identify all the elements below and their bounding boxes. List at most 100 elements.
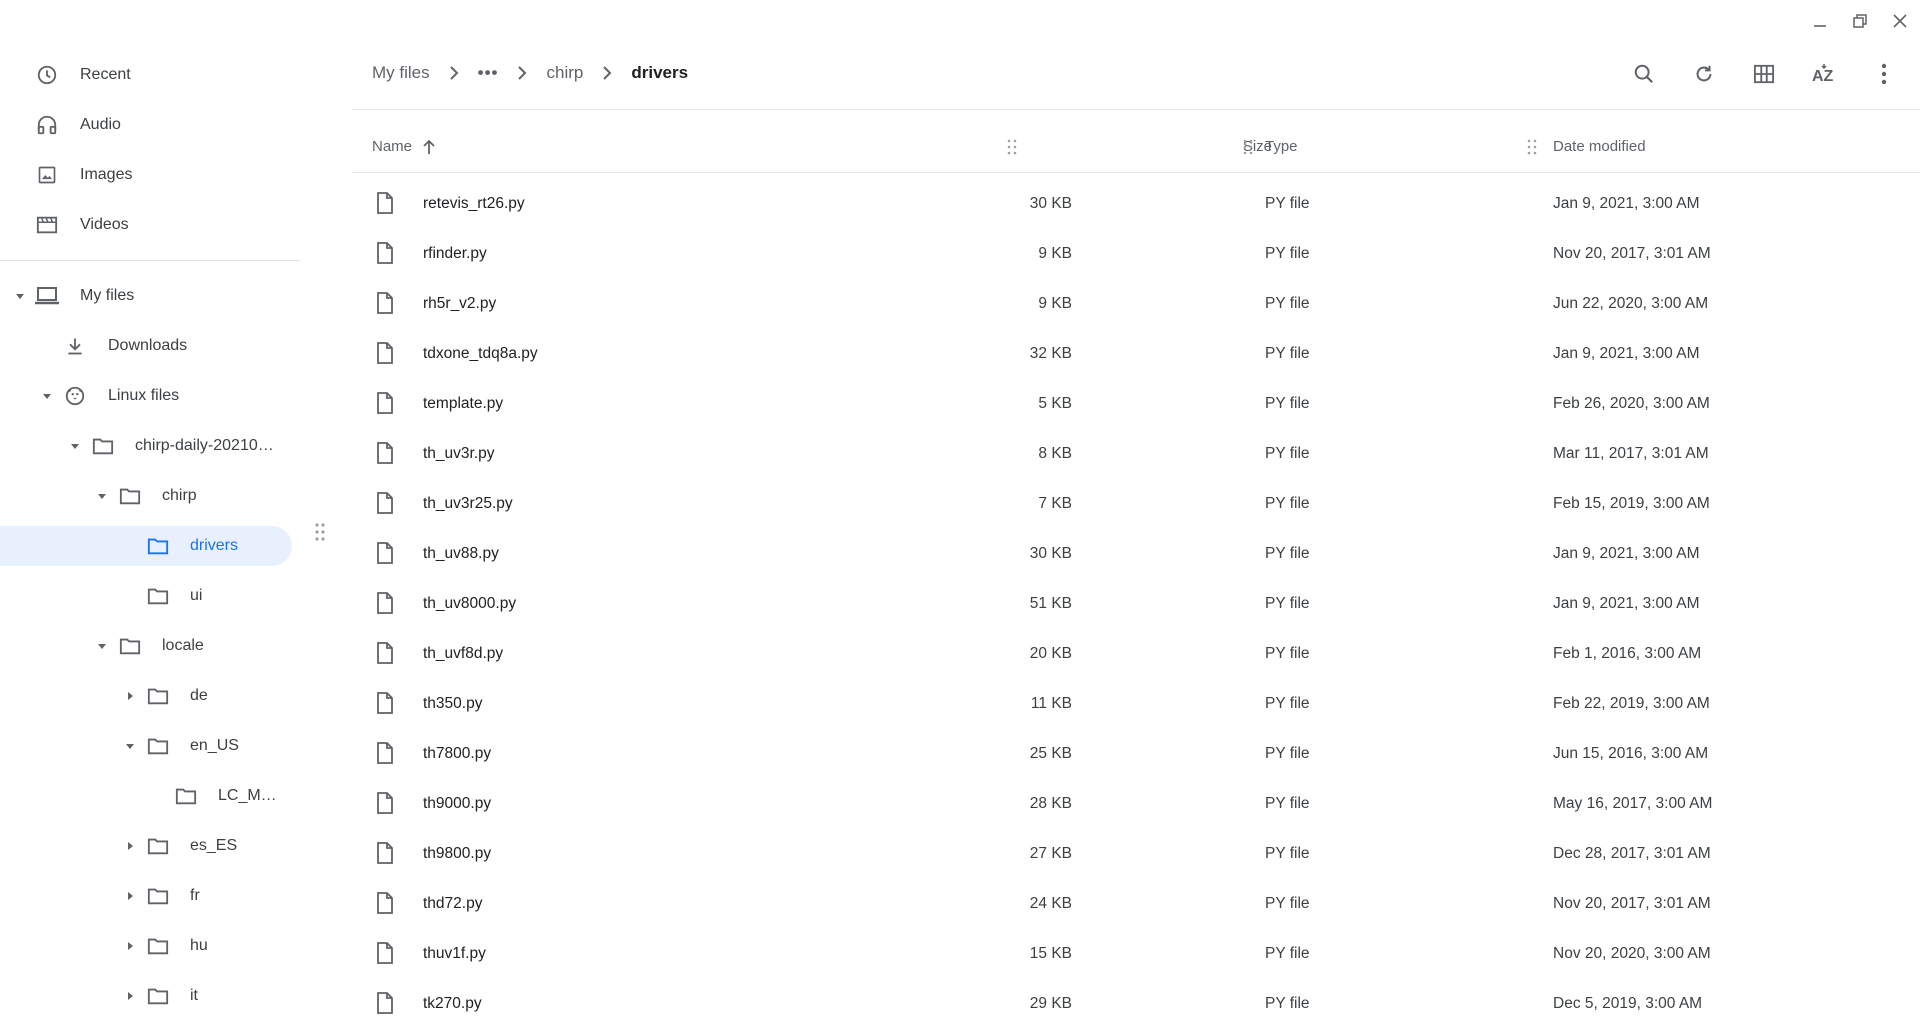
caret-right-icon[interactable]	[122, 988, 138, 1004]
column-header-size[interactable]: Size	[1172, 138, 1272, 155]
sidebar-item-my-files[interactable]: My files	[0, 276, 292, 316]
column-header-name[interactable]: Name	[372, 138, 436, 155]
table-row[interactable]: th_uv3r25.py 7 KB PY file Feb 15, 2019, …	[352, 479, 1920, 529]
folder-icon	[146, 534, 170, 558]
table-row[interactable]: th9800.py 27 KB PY file Dec 28, 2017, 3:…	[352, 829, 1920, 879]
file-icon	[376, 992, 394, 1014]
sidebar-item-es-es[interactable]: es_ES	[0, 826, 292, 866]
file-size: 20 KB	[1029, 645, 1072, 662]
table-row[interactable]: th_uvf8d.py 20 KB PY file Feb 1, 2016, 3…	[352, 629, 1920, 679]
breadcrumb: My files ••• chirp drivers	[364, 58, 696, 88]
refresh-icon[interactable]	[1674, 50, 1734, 98]
more-vert-icon[interactable]	[1854, 50, 1914, 98]
column-resize-handle[interactable]	[1242, 138, 1254, 156]
table-row[interactable]: template.py 5 KB PY file Feb 26, 2020, 3…	[352, 379, 1920, 429]
file-size: 11 KB	[1030, 695, 1072, 712]
penguin-icon	[63, 384, 87, 408]
caret-down-icon[interactable]	[94, 488, 110, 504]
sidebar-item-videos[interactable]: Videos	[0, 205, 292, 245]
file-icon	[376, 492, 394, 514]
chevron-right-icon	[510, 61, 534, 85]
caret-down-icon[interactable]	[94, 638, 110, 654]
breadcrumb-drivers: drivers	[631, 63, 689, 82]
table-row[interactable]: tk270.py 29 KB PY file Dec 5, 2019, 3:00…	[352, 979, 1920, 1029]
file-icon	[376, 892, 394, 914]
sort-az-icon[interactable]: AZ	[1794, 50, 1854, 98]
file-date: Nov 20, 2017, 3:01 AM	[1553, 895, 1711, 912]
caret-down-icon[interactable]	[39, 388, 55, 404]
grid-view-icon[interactable]	[1734, 50, 1794, 98]
file-date: Jun 22, 2020, 3:00 AM	[1553, 295, 1709, 312]
sidebar-item-drivers[interactable]: drivers	[0, 526, 292, 566]
file-name: tk270.py	[423, 995, 482, 1012]
table-row[interactable]: thuv1f.py 15 KB PY file Nov 20, 2020, 3:…	[352, 929, 1920, 979]
file-name: thd72.py	[423, 895, 483, 912]
file-icon	[376, 392, 394, 414]
caret-right-icon[interactable]	[122, 838, 138, 854]
sidebar-resize-handle[interactable]	[312, 520, 328, 544]
table-row[interactable]: rfinder.py 9 KB PY file Nov 20, 2017, 3:…	[352, 229, 1920, 279]
file-type: PY file	[1265, 695, 1310, 712]
breadcrumb-my-files[interactable]: My files	[364, 63, 438, 83]
table-row[interactable]: rh5r_v2.py 9 KB PY file Jun 22, 2020, 3:…	[352, 279, 1920, 329]
caret-right-icon[interactable]	[122, 888, 138, 904]
sidebar-item-en-us[interactable]: en_US	[0, 726, 292, 766]
toolbar: AZ	[1614, 50, 1914, 98]
sidebar-item-de[interactable]: de	[0, 676, 292, 716]
table-row[interactable]: th_uv8000.py 51 KB PY file Jan 9, 2021, …	[352, 579, 1920, 629]
sidebar-item-chirp-daily[interactable]: chirp-daily-20210…	[0, 426, 292, 466]
column-header-type[interactable]: Type	[1265, 138, 1298, 155]
breadcrumb-ellipsis[interactable]: •••	[470, 63, 507, 83]
sidebar-item-label: en_US	[190, 737, 239, 754]
file-type: PY file	[1265, 295, 1310, 312]
folder-icon	[146, 884, 170, 908]
file-icon	[376, 542, 394, 564]
caret-right-icon[interactable]	[122, 688, 138, 704]
column-header-label: Type	[1265, 138, 1298, 155]
table-row[interactable]: th9000.py 28 KB PY file May 16, 2017, 3:…	[352, 779, 1920, 829]
table-row[interactable]: retevis_rt26.py 30 KB PY file Jan 9, 202…	[352, 179, 1920, 229]
file-type: PY file	[1265, 195, 1310, 212]
table-row[interactable]: th7800.py 25 KB PY file Jun 15, 2016, 3:…	[352, 729, 1920, 779]
sidebar-item-fr[interactable]: fr	[0, 876, 292, 916]
search-icon[interactable]	[1614, 50, 1674, 98]
file-date: Jun 15, 2016, 3:00 AM	[1553, 745, 1709, 762]
table-row[interactable]: tdxone_tdq8a.py 32 KB PY file Jan 9, 202…	[352, 329, 1920, 379]
column-header-date[interactable]: Date modified	[1553, 138, 1646, 155]
column-resize-handle[interactable]	[1006, 138, 1018, 156]
sidebar-item-lc-m[interactable]: LC_M…	[0, 776, 292, 816]
caret-right-icon[interactable]	[122, 938, 138, 954]
sidebar-item-hu[interactable]: hu	[0, 926, 292, 966]
table-row[interactable]: th_uv88.py 30 KB PY file Jan 9, 2021, 3:…	[352, 529, 1920, 579]
table-row[interactable]: th_uv3r.py 8 KB PY file Mar 11, 2017, 3:…	[352, 429, 1920, 479]
caret-down-icon[interactable]	[12, 288, 28, 304]
caret-down-icon[interactable]	[67, 438, 83, 454]
breadcrumb-chirp[interactable]: chirp	[538, 63, 591, 83]
sidebar-item-label: locale	[162, 637, 204, 654]
folder-icon	[118, 634, 142, 658]
sidebar-item-linux-files[interactable]: Linux files	[0, 376, 292, 416]
sidebar-item-ui[interactable]: ui	[0, 576, 292, 616]
sidebar-item-label: Images	[80, 166, 133, 183]
chevron-right-icon	[442, 61, 466, 85]
sidebar-item-it[interactable]: it	[0, 976, 292, 1016]
sidebar-item-chirp[interactable]: chirp	[0, 476, 292, 516]
file-size: 5 KB	[1038, 395, 1072, 412]
folder-icon	[118, 484, 142, 508]
sidebar-item-recent[interactable]: Recent	[0, 55, 292, 95]
sidebar-divider	[0, 260, 300, 261]
file-type: PY file	[1265, 395, 1310, 412]
sidebar-item-images[interactable]: Images	[0, 155, 292, 195]
column-resize-handle[interactable]	[1526, 138, 1538, 156]
file-name: th9800.py	[423, 845, 492, 862]
sidebar-item-locale[interactable]: locale	[0, 626, 292, 666]
file-icon	[376, 242, 394, 264]
table-row[interactable]: thd72.py 24 KB PY file Nov 20, 2017, 3:0…	[352, 879, 1920, 929]
sidebar-item-label: Linux files	[108, 387, 180, 404]
file-size: 30 KB	[1029, 195, 1072, 212]
file-name: th_uv3r.py	[423, 445, 495, 462]
sidebar-item-downloads[interactable]: Downloads	[0, 326, 292, 366]
sidebar-item-audio[interactable]: Audio	[0, 105, 292, 145]
caret-down-icon[interactable]	[122, 738, 138, 754]
table-row[interactable]: th350.py 11 KB PY file Feb 22, 2019, 3:0…	[352, 679, 1920, 729]
